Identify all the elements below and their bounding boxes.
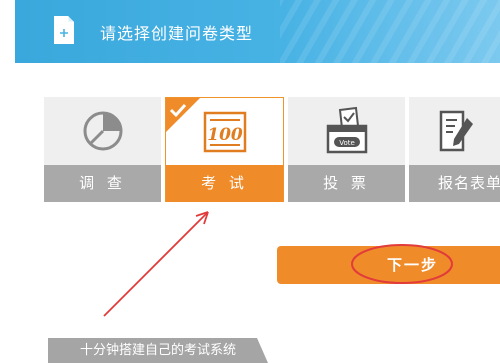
type-card-exam[interactable]: 100 考 试	[165, 97, 284, 202]
annotation-arrow-line	[103, 211, 209, 317]
type-card-survey[interactable]: 调 查	[44, 97, 161, 202]
exam-100-icon: 100	[203, 111, 246, 153]
card-icon-area	[44, 97, 161, 165]
page-title: 请选择创建问卷类型	[100, 24, 254, 43]
type-label-vote: 投 票	[288, 165, 405, 202]
svg-text:100: 100	[207, 125, 243, 145]
form-pen-icon	[439, 110, 473, 152]
header-bar: 请选择创建问卷类型	[15, 0, 500, 63]
ballot-box-icon: Vote	[326, 106, 367, 154]
caption-banner: 十分钟搭建自己的考试系统	[48, 338, 268, 363]
annotation-arrow-head	[195, 211, 209, 225]
card-icon-area: Vote	[288, 97, 405, 165]
next-step-button[interactable]: 下一步	[277, 246, 500, 284]
type-card-form[interactable]: 报名表单	[409, 97, 500, 202]
card-icon-area	[409, 97, 500, 165]
type-card-vote[interactable]: Vote 投 票	[288, 97, 405, 202]
pie-chart-icon	[83, 111, 122, 151]
type-label-exam: 考 试	[166, 165, 283, 202]
type-label-form: 报名表单	[409, 165, 500, 202]
svg-text:Vote: Vote	[339, 139, 355, 147]
document-add-icon	[54, 16, 74, 44]
type-label-survey: 调 查	[44, 165, 161, 202]
next-step-label: 下一步	[387, 256, 439, 274]
card-icon-area: 100	[166, 98, 283, 166]
